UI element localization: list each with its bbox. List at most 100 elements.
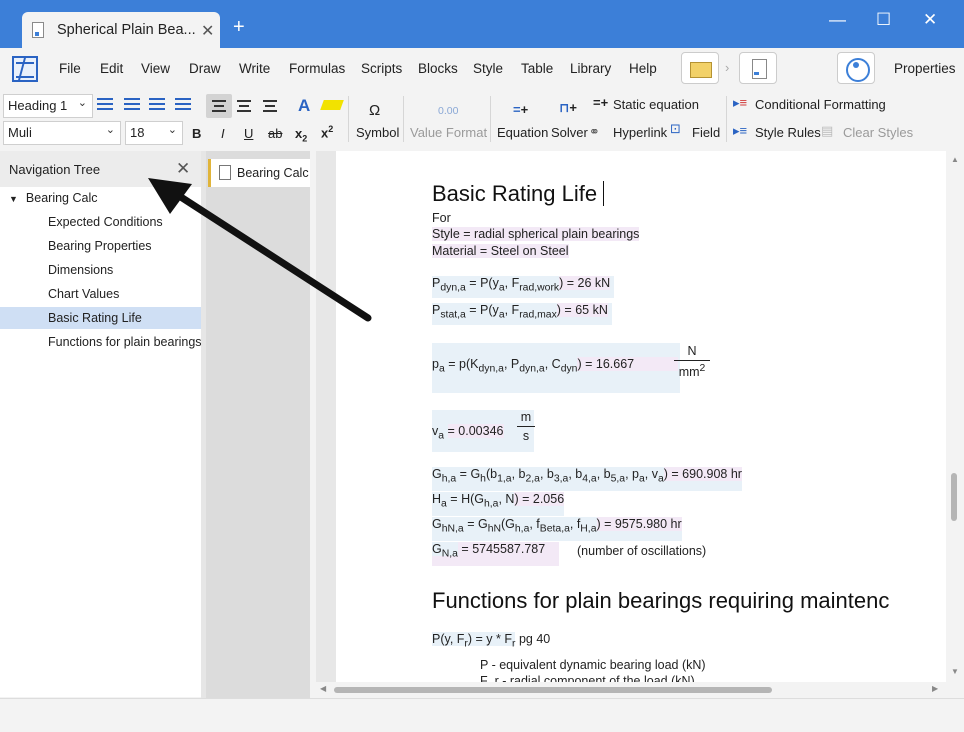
- outdent-icon[interactable]: [149, 98, 165, 110]
- indent-icon[interactable]: [175, 98, 191, 110]
- ghn-equation[interactable]: GhN,a = GhN(Gh,a, fBeta,a, fH,a) = 9575.…: [432, 517, 682, 541]
- clear-styles-button[interactable]: Clear Styles: [843, 125, 913, 140]
- strikethrough-button[interactable]: ab: [268, 126, 282, 141]
- eq-subscript: stat,a: [440, 309, 466, 321]
- scroll-up-icon[interactable]: ▲: [951, 155, 959, 164]
- conditional-formatting-button[interactable]: Conditional Formatting: [755, 97, 886, 112]
- pstat-equation[interactable]: Pstat,a = P(ya, Frad,max) = 65 kN: [432, 303, 612, 325]
- properties-button[interactable]: Properties: [894, 61, 956, 76]
- scroll-left-icon[interactable]: ◀: [320, 684, 326, 693]
- user-account-button[interactable]: [837, 52, 875, 84]
- document-tab[interactable]: Spherical Plain Bea... ✕: [22, 12, 220, 48]
- paragraph-style-select[interactable]: Heading 1 ⌄: [3, 94, 93, 118]
- close-window-button[interactable]: ✕: [923, 10, 937, 30]
- maximize-button[interactable]: ☐: [876, 10, 891, 30]
- menu-table[interactable]: Table: [521, 61, 553, 76]
- tree-item-functions-plain-bearings[interactable]: Functions for plain bearings: [0, 331, 202, 353]
- eq-rhs: , F: [504, 276, 520, 290]
- align-right-icon[interactable]: [263, 100, 277, 112]
- menu-scripts[interactable]: Scripts: [361, 61, 402, 76]
- menu-blocks[interactable]: Blocks: [418, 61, 458, 76]
- text-cursor: [603, 181, 611, 206]
- unit-denominator: mm: [678, 365, 700, 380]
- font-size-select[interactable]: 18 ⌄: [125, 121, 183, 145]
- document-icon: [32, 22, 44, 38]
- document-button[interactable]: [739, 52, 777, 84]
- font-family-select[interactable]: Muli ⌄: [3, 121, 121, 145]
- solver-button[interactable]: Solver: [551, 125, 588, 140]
- align-center-icon[interactable]: [237, 100, 251, 112]
- equation-button[interactable]: Equation: [497, 125, 548, 140]
- conditional-formatting-icon: ▸≡: [733, 95, 748, 110]
- unit-numerator: m: [520, 410, 532, 424]
- menu-view[interactable]: View: [141, 61, 170, 76]
- font-size-value: 18: [130, 125, 145, 140]
- heading-basic-rating-life: Basic Rating Life: [432, 181, 611, 207]
- bold-button[interactable]: B: [192, 126, 201, 141]
- close-tab-icon[interactable]: ✕: [201, 21, 214, 41]
- eq-subscript: dyn,a: [519, 363, 545, 375]
- eq-value: ) = 9575.980 hr: [596, 517, 682, 531]
- highlight-icon[interactable]: [320, 100, 344, 110]
- app-logo-icon[interactable]: [12, 56, 38, 82]
- ha-equation[interactable]: Ha = H(Gh,a, N) = 2.056: [432, 492, 565, 516]
- menu-edit[interactable]: Edit: [100, 61, 123, 76]
- heading-functions-plain-bearings: Functions for plain bearings requiring m…: [432, 588, 890, 613]
- static-equation-button[interactable]: Static equation: [613, 97, 699, 112]
- toolbar: Heading 1 ⌄ Muli ⌄ 18 ⌄ B I U ab x2 x2 A…: [0, 90, 964, 148]
- bullet-list-icon[interactable]: [97, 98, 113, 110]
- superscript-button[interactable]: x2: [321, 124, 333, 140]
- pdyn-equation[interactable]: Pdyn,a = P(ya, Frad,work) = 26 kN: [432, 276, 615, 298]
- open-folder-button[interactable]: [681, 52, 719, 84]
- menu-formulas[interactable]: Formulas: [289, 61, 345, 76]
- unit-denominator: s: [522, 429, 530, 443]
- horizontal-scrollbar[interactable]: ◀ ▶: [316, 682, 946, 698]
- tree-root-label: Bearing Calc: [25, 191, 98, 205]
- value-format-button[interactable]: Value Format: [410, 125, 487, 140]
- title-bar: Spherical Plain Bea... ✕ + — ☐ ✕: [0, 0, 964, 48]
- font-color-icon[interactable]: A: [298, 96, 310, 116]
- page-reference: pg 40: [518, 632, 551, 646]
- fr-description: F_r - radial component of the load (kN): [480, 674, 695, 682]
- menu-help[interactable]: Help: [629, 61, 657, 76]
- horizontal-scroll-thumb[interactable]: [334, 687, 772, 693]
- pa-equation[interactable]: pa = p(Kdyn,a, Pdyn,a, Cdyn) = 16.667: [432, 343, 681, 393]
- gn-equation[interactable]: GN,a = 5745587.787: [432, 542, 560, 566]
- eq-rhs: , F: [504, 303, 520, 317]
- gh-equation[interactable]: Gh,a = Gh(b1,a, b2,a, b3,a, b4,a, b5,a, …: [432, 467, 742, 491]
- scroll-down-icon[interactable]: ▼: [951, 667, 959, 676]
- menu-library[interactable]: Library: [570, 61, 611, 76]
- omega-icon: Ω: [369, 102, 381, 119]
- eq-value: ) = 65 kN: [556, 303, 608, 317]
- italic-button[interactable]: I: [221, 126, 225, 141]
- field-button[interactable]: Field: [692, 125, 720, 140]
- menu-style[interactable]: Style: [473, 61, 503, 76]
- chevron-right-icon: ›: [725, 60, 730, 75]
- pf-equation[interactable]: P(y, Fr) = y * Fr pg 40: [432, 632, 550, 650]
- document-page[interactable]: Basic Rating Life For Style = radial sph…: [336, 151, 946, 682]
- underline-button[interactable]: U: [244, 126, 253, 141]
- superscript-digit: 2: [328, 124, 334, 134]
- annotation-arrow-icon: [148, 178, 372, 322]
- menu-draw[interactable]: Draw: [189, 61, 221, 76]
- numbered-list-icon[interactable]: [124, 98, 140, 110]
- align-left-icon[interactable]: [212, 100, 226, 112]
- status-bar: [0, 698, 964, 732]
- vertical-scrollbar[interactable]: ▲ ▼: [946, 151, 964, 682]
- subscript-button[interactable]: x2: [295, 126, 307, 144]
- symbol-button[interactable]: Symbol: [356, 125, 399, 140]
- expand-caret-icon[interactable]: ▼: [9, 194, 18, 204]
- style-rules-button[interactable]: Style Rules: [755, 125, 821, 140]
- eq-rhs: , P: [503, 357, 520, 371]
- menu-write[interactable]: Write: [239, 61, 270, 76]
- menu-file[interactable]: File: [59, 61, 81, 76]
- new-tab-button[interactable]: +: [233, 17, 245, 37]
- vertical-scroll-thumb[interactable]: [951, 473, 957, 521]
- separator: [726, 96, 727, 142]
- scroll-right-icon[interactable]: ▶: [932, 684, 938, 693]
- hyperlink-button[interactable]: Hyperlink: [613, 125, 667, 140]
- separator: [403, 96, 404, 142]
- field-icon: ⊡: [670, 121, 681, 136]
- minimize-button[interactable]: —: [829, 10, 846, 30]
- separator: [490, 96, 491, 142]
